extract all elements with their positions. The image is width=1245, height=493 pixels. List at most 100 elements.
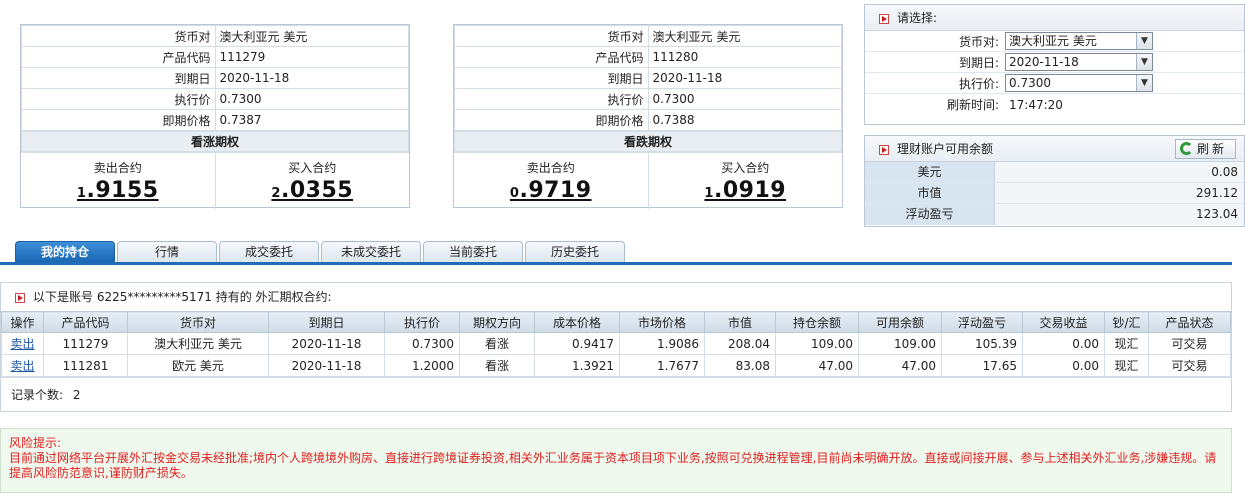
currency-pair-select[interactable]: 澳大利亚元 美元 ▼ (1005, 32, 1153, 50)
info-value: 2020-11-18 (647, 67, 842, 89)
column-header: 可用余额 (858, 311, 942, 333)
tab-underline (0, 262, 1232, 265)
holdings-panel: 以下是账号 6225*********5171 持有的 外汇期权合约: 操作 产… (0, 282, 1232, 412)
info-row: 货币对 澳大利亚元 美元 (21, 25, 409, 47)
info-value: 0.7300 (214, 88, 409, 110)
info-row: 产品代码 111279 (21, 46, 409, 68)
buy-contract-button[interactable]: 买入合约 1.0919 (649, 153, 843, 209)
refresh-button[interactable]: 刷新 (1174, 139, 1236, 159)
info-row: 执行价 0.7300 (454, 88, 842, 110)
balance-value: 291.12 (995, 183, 1244, 203)
column-header: 成本价格 (534, 311, 620, 333)
column-header: 产品状态 (1148, 311, 1231, 333)
buy-price[interactable]: 2.0355 (271, 178, 353, 203)
info-row: 即期价格 0.7387 (21, 109, 409, 131)
info-value: 澳大利亚元 美元 (214, 25, 409, 47)
info-row: 到期日 2020-11-18 (21, 67, 409, 89)
info-row: 执行价 0.7300 (21, 88, 409, 110)
expiry-date-select[interactable]: 2020-11-18 ▼ (1005, 53, 1153, 71)
tab-history-orders[interactable]: 历史委托 (525, 241, 625, 262)
sell-action-link[interactable]: 卖出 (1, 332, 44, 355)
sell-contract-button[interactable]: 卖出合约 0.9719 (454, 153, 649, 209)
record-count-label: 记录个数: (11, 388, 64, 402)
balance-key: 浮动盈亏 (865, 204, 995, 225)
info-value: 111279 (214, 46, 409, 68)
info-key: 货币对 (21, 25, 216, 47)
column-header: 交易收益 (1022, 311, 1105, 333)
table-cell: 0.9417 (534, 332, 620, 355)
put-option-info-table: 货币对 澳大利亚元 美元 产品代码 111280 到期日 2020-11-18 执行价… (454, 25, 842, 131)
info-key: 执行价 (454, 88, 649, 110)
balance-row: 美元 0.08 (865, 162, 1244, 183)
table-cell: 111279 (43, 332, 128, 355)
chevron-down-icon[interactable]: ▼ (1136, 33, 1152, 49)
refresh-time-row: 刷新时间: 17:47:20 (865, 94, 1244, 115)
holdings-table: 操作 产品代码 货币对 到期日 执行价 期权方向 成本价格 市场价格 市值 持仓… (1, 311, 1231, 377)
tab-current-orders[interactable]: 当前委托 (423, 241, 523, 262)
sell-contract-button[interactable]: 卖出合约 1.9155 (21, 153, 216, 209)
info-value: 澳大利亚元 美元 (647, 25, 842, 47)
table-row: 卖出 111281 欧元 美元 2020-11-18 1.2000 看涨 1.3… (1, 354, 1231, 377)
info-value: 0.7388 (647, 109, 842, 131)
buy-contract-label: 买入合约 (721, 161, 770, 175)
table-cell: 109.00 (775, 332, 859, 355)
table-cell: 现汇 (1104, 354, 1149, 377)
buy-contract-button[interactable]: 买入合约 2.0355 (216, 153, 410, 209)
table-cell: 可交易 (1148, 354, 1231, 377)
sell-price[interactable]: 1.9155 (77, 178, 159, 203)
sell-contract-label: 卖出合约 (93, 161, 142, 175)
expiry-date-label: 到期日: (958, 55, 999, 70)
table-cell: 2020-11-18 (268, 354, 385, 377)
table-cell: 1.2000 (384, 354, 460, 377)
refresh-time-label: 刷新时间: (946, 98, 999, 112)
table-row: 卖出 111279 澳大利亚元 美元 2020-11-18 0.7300 看涨 … (1, 332, 1231, 355)
table-cell: 1.9086 (619, 332, 705, 355)
selector-header: 请选择: (865, 5, 1244, 31)
sell-action-link[interactable]: 卖出 (1, 354, 44, 377)
chevron-down-icon[interactable]: ▼ (1136, 75, 1152, 91)
tab-market[interactable]: 行情 (117, 241, 217, 262)
chevron-down-icon[interactable]: ▼ (1136, 54, 1152, 70)
info-value: 111280 (647, 46, 842, 68)
price-row: 卖出合约 0.9719 买入合约 1.0919 (454, 152, 842, 209)
buy-price[interactable]: 1.0919 (704, 178, 786, 203)
currency-pair-row: 货币对: 澳大利亚元 美元 ▼ (865, 31, 1244, 52)
strike-price-select[interactable]: 0.7300 ▼ (1005, 74, 1153, 92)
risk-text: 目前通过网络平台开展外汇按金交易未经批准;境内个人跨境境外购房、直接进行跨境证券… (9, 451, 1217, 480)
option-type-title: 看涨期权 (21, 131, 409, 152)
info-key: 产品代码 (454, 46, 649, 68)
tab-unfilled-orders[interactable]: 未成交委托 (321, 241, 421, 262)
column-header: 到期日 (268, 311, 385, 333)
table-cell: 17.65 (941, 354, 1023, 377)
record-count-value: 2 (72, 388, 81, 402)
bullet-icon (15, 292, 25, 303)
table-cell: 澳大利亚元 美元 (127, 332, 269, 355)
price-row: 卖出合约 1.9155 买入合约 2.0355 (21, 152, 409, 209)
bullet-icon (879, 13, 889, 24)
column-header: 钞/汇 (1104, 311, 1149, 333)
table-cell: 105.39 (941, 332, 1023, 355)
tab-bar: 我的持仓 行情 成交委托 未成交委托 当前委托 历史委托 (15, 241, 625, 262)
table-cell: 83.08 (704, 354, 776, 377)
table-cell: 欧元 美元 (127, 354, 269, 377)
info-value: 2020-11-18 (214, 67, 409, 89)
strike-price-label: 执行价: (958, 76, 999, 91)
balance-title: 理财账户可用余额 (897, 142, 994, 156)
holdings-caption: 以下是账号 6225*********5171 持有的 外汇期权合约: (33, 290, 332, 304)
column-header: 持仓余额 (775, 311, 859, 333)
info-key: 即期价格 (21, 109, 216, 131)
balance-row: 市值 291.12 (865, 183, 1244, 204)
currency-pair-label: 货币对: (958, 34, 999, 49)
tab-filled-orders[interactable]: 成交委托 (219, 241, 319, 262)
call-option-card: 货币对 澳大利亚元 美元 产品代码 111279 到期日 2020-11-18 执行价… (20, 24, 410, 209)
tab-my-holdings[interactable]: 我的持仓 (15, 241, 115, 262)
table-cell: 0.7300 (384, 332, 460, 355)
column-header: 浮动盈亏 (941, 311, 1023, 333)
info-value: 0.7300 (647, 88, 842, 110)
sell-price[interactable]: 0.9719 (510, 178, 592, 203)
info-value: 0.7387 (214, 109, 409, 131)
table-cell: 47.00 (858, 354, 942, 377)
holdings-caption-row: 以下是账号 6225*********5171 持有的 外汇期权合约: (1, 283, 1231, 311)
table-cell: 1.3921 (534, 354, 620, 377)
info-key: 即期价格 (454, 109, 649, 131)
